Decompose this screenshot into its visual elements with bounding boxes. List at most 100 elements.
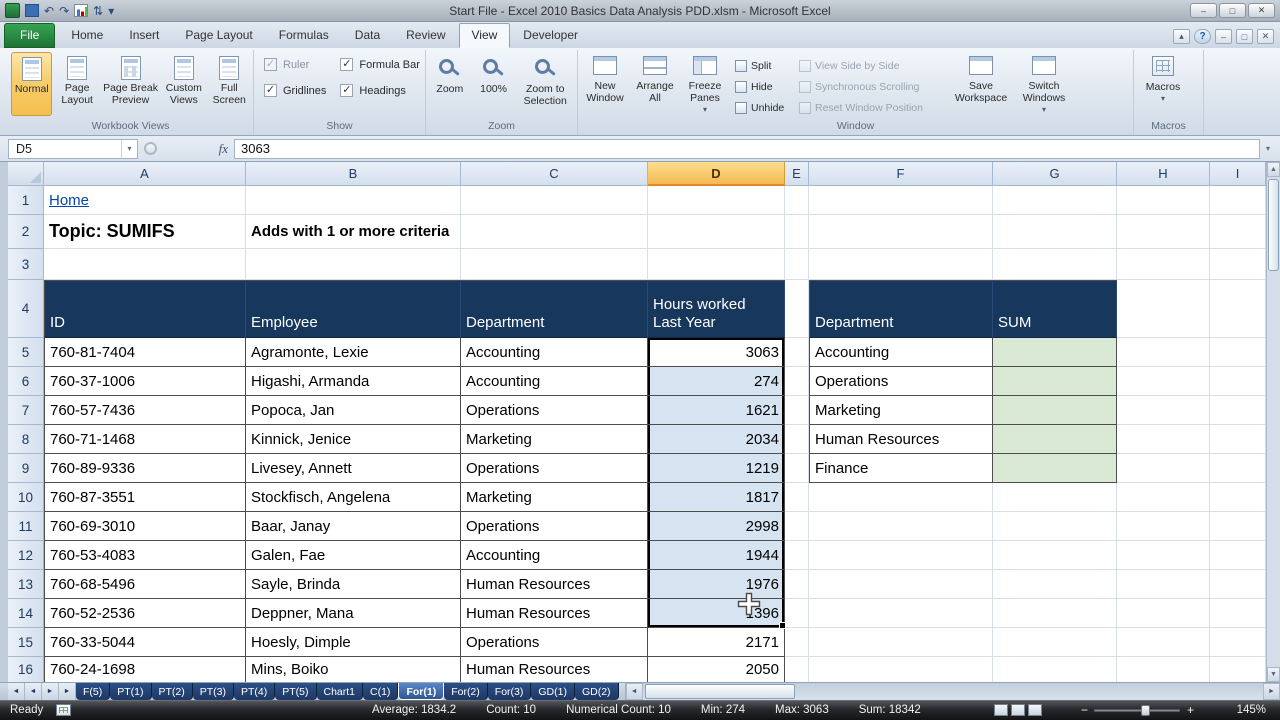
cell-C13[interactable]: Human Resources [461,570,648,599]
cell-G15[interactable] [993,628,1117,657]
formula-bar-checkbox[interactable]: ✓ Formula Bar [340,58,420,71]
view-side-by-side-button[interactable]: View Side by Side [795,55,947,76]
horizontal-scroll-track[interactable] [643,683,1263,700]
redo-icon[interactable]: ↷ [59,5,69,17]
cell-E13[interactable] [785,570,809,599]
cell-A12[interactable]: 760-53-4083 [44,541,246,570]
workbook-minimize-icon[interactable]: – [1215,29,1232,44]
ribbon-tab-data[interactable]: Data [342,23,393,48]
cell-I4[interactable] [1210,280,1266,338]
sheet-nav-first-icon[interactable]: ◄ [8,683,25,700]
minimize-button[interactable]: – [1190,3,1217,18]
cell-I9[interactable] [1210,454,1266,483]
cell-H9[interactable] [1117,454,1210,483]
page-layout-view-button[interactable]: Page Layout [54,52,99,116]
cell-I10[interactable] [1210,483,1266,512]
cell-A10[interactable]: 760-87-3551 [44,483,246,512]
cell-I5[interactable] [1210,338,1266,367]
cell-F15[interactable] [809,628,993,657]
name-box[interactable]: D5 ▾ [8,139,138,159]
ribbon-tab-developer[interactable]: Developer [510,23,591,48]
row-header-11[interactable]: 11 [8,512,44,541]
cell-I2[interactable] [1210,215,1266,249]
zoom-in-icon[interactable]: + [1187,703,1194,717]
cell-G5[interactable] [993,338,1117,367]
cell-H11[interactable] [1117,512,1210,541]
cell-I12[interactable] [1210,541,1266,570]
zoom-slider[interactable] [1094,709,1180,712]
cell-H5[interactable] [1117,338,1210,367]
cell-A8[interactable]: 760-71-1468 [44,425,246,454]
workbook-restore-icon[interactable]: □ [1236,29,1253,44]
cell-A4[interactable]: ID [44,280,246,338]
cell-D12[interactable]: 1944 [648,541,785,570]
fill-handle[interactable] [779,622,786,629]
row-header-12[interactable]: 12 [8,541,44,570]
cell-D2[interactable] [648,215,785,249]
vertical-scrollbar[interactable]: ▲ ▼ [1266,162,1280,682]
cell-C15[interactable]: Operations [461,628,648,657]
column-header-G[interactable]: G [993,162,1117,186]
sheet-tab-for1[interactable]: For(1) [398,683,444,700]
macros-button[interactable]: Macros ▾ [1137,52,1189,116]
cell-E3[interactable] [785,249,809,280]
cell-E9[interactable] [785,454,809,483]
sheet-tab-gd1[interactable]: GD(1) [531,683,575,700]
workbook-close-icon[interactable]: ✕ [1257,29,1274,44]
split-button[interactable]: Split [731,55,793,76]
sheet-nav-last-icon[interactable]: ► [59,683,76,700]
formula-bar-expand-icon[interactable]: ▾ [1260,144,1276,153]
row-header-6[interactable]: 6 [8,367,44,396]
row-header-1[interactable]: 1 [8,186,44,215]
cell-C6[interactable]: Accounting [461,367,648,396]
cell-I6[interactable] [1210,367,1266,396]
cell-E12[interactable] [785,541,809,570]
cell-D15[interactable]: 2171 [648,628,785,657]
cell-D10[interactable]: 1817 [648,483,785,512]
maximize-button[interactable]: □ [1219,3,1246,18]
ribbon-tab-file[interactable]: File [4,23,55,48]
scroll-left-icon[interactable]: ◄ [626,683,643,700]
ruler-checkbox[interactable]: ✓ Ruler [264,58,326,71]
horizontal-scrollbar[interactable]: ◄ ► [625,683,1280,700]
cell-F3[interactable] [809,249,993,280]
scroll-up-icon[interactable]: ▲ [1267,162,1280,177]
cell-E10[interactable] [785,483,809,512]
cell-I11[interactable] [1210,512,1266,541]
cell-A3[interactable] [44,249,246,280]
zoom-button[interactable]: Zoom [429,52,471,116]
cell-H4[interactable] [1117,280,1210,338]
zoom-100-button[interactable]: 100% [473,52,515,116]
cell-D3[interactable] [648,249,785,280]
cell-C8[interactable]: Marketing [461,425,648,454]
cell-E1[interactable] [785,186,809,215]
cell-A15[interactable]: 760-33-5044 [44,628,246,657]
hide-button[interactable]: Hide [731,76,793,97]
synchronous-scrolling-button[interactable]: Synchronous Scrolling [795,76,947,97]
row-header-5[interactable]: 5 [8,338,44,367]
column-header-C[interactable]: C [461,162,648,186]
cell-A7[interactable]: 760-57-7436 [44,396,246,425]
zoom-slider-thumb[interactable] [1141,705,1150,716]
help-icon[interactable]: ? [1194,29,1211,44]
cell-E14[interactable] [785,599,809,628]
cell-H12[interactable] [1117,541,1210,570]
cell-C1[interactable] [461,186,648,215]
cell-I13[interactable] [1210,570,1266,599]
cell-C12[interactable]: Accounting [461,541,648,570]
cell-A9[interactable]: 760-89-9336 [44,454,246,483]
cell-F12[interactable] [809,541,993,570]
cell-G3[interactable] [993,249,1117,280]
row-header-13[interactable]: 13 [8,570,44,599]
ribbon-tab-formulas[interactable]: Formulas [266,23,342,48]
reset-window-position-button[interactable]: Reset Window Position [795,97,947,118]
column-header-A[interactable]: A [44,162,246,186]
cell-A1[interactable]: Home [44,186,246,215]
cell-B11[interactable]: Baar, Janay [246,512,461,541]
cell-B3[interactable] [246,249,461,280]
page-break-shortcut-icon[interactable] [1028,704,1042,716]
new-window-button[interactable]: New Window [581,52,629,116]
cell-F1[interactable] [809,186,993,215]
chart-icon[interactable] [74,4,88,17]
undo-icon[interactable]: ↶ [44,5,54,17]
